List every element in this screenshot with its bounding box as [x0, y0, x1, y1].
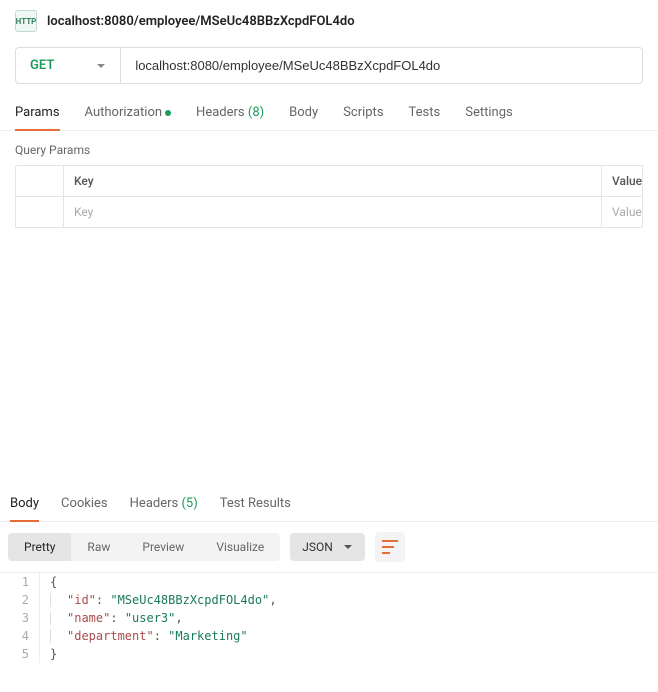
url-input[interactable] [121, 48, 642, 83]
params-value-header: Value [602, 166, 642, 196]
method-label: GET [30, 58, 54, 73]
response-body[interactable]: 1 { 2 "id": "MSeUc48BBzXcpdFOL4do", 3 "n… [0, 572, 658, 663]
line-number: 2 [0, 591, 40, 609]
params-header-row: Key Value [16, 166, 642, 197]
json-key: "name" [67, 611, 110, 625]
tab-tests[interactable]: Tests [409, 99, 441, 130]
chevron-down-icon [343, 542, 353, 552]
params-key-input[interactable]: Key [64, 197, 602, 227]
json-value: "MSeUc48BBzXcpdFOL4do" [110, 593, 269, 607]
format-label: JSON [302, 540, 333, 554]
tab-scripts[interactable]: Scripts [343, 99, 383, 130]
view-raw-button[interactable]: Raw [71, 533, 126, 561]
line-number: 3 [0, 609, 40, 627]
view-mode-group: Pretty Raw Preview Visualize [8, 533, 280, 561]
request-tabs: Params Authorization Headers (8) Body Sc… [0, 99, 658, 131]
json-value: "Marketing" [168, 629, 247, 643]
tab-headers-count: (8) [248, 105, 264, 120]
view-visualize-button[interactable]: Visualize [200, 533, 280, 561]
resp-tab-cookies[interactable]: Cookies [61, 488, 108, 521]
http-badge-icon: HTTP [15, 10, 37, 32]
params-input-row[interactable]: Key Value [16, 197, 642, 227]
tab-authorization-label: Authorization [85, 105, 163, 120]
line-number: 1 [0, 573, 40, 591]
code-line: 4 "department": "Marketing" [0, 627, 658, 645]
spacer [0, 228, 658, 488]
json-key: "department" [67, 629, 154, 643]
code-line: 1 { [0, 573, 658, 591]
wrap-icon [382, 540, 398, 554]
json-brace: { [50, 575, 57, 589]
format-select[interactable]: JSON [290, 533, 365, 561]
params-check-cell[interactable] [16, 197, 64, 227]
tab-params[interactable]: Params [15, 99, 60, 130]
view-pretty-button[interactable]: Pretty [8, 533, 71, 561]
json-brace: } [50, 647, 57, 661]
tab-headers[interactable]: Headers (8) [196, 99, 264, 130]
page-title: localhost:8080/employee/MSeUc48BBzXcpdFO… [47, 14, 355, 29]
response-tabs: Body Cookies Headers (5) Test Results [0, 488, 658, 522]
code-line: 3 "name": "user3", [0, 609, 658, 627]
params-table: Key Value Key Value [15, 165, 643, 228]
resp-tab-body[interactable]: Body [10, 488, 39, 521]
json-value: "user3" [125, 611, 176, 625]
code-line: 2 "id": "MSeUc48BBzXcpdFOL4do", [0, 591, 658, 609]
params-key-header: Key [64, 166, 602, 196]
line-number: 5 [0, 645, 40, 663]
json-key: "id" [67, 593, 96, 607]
tab-headers-label: Headers [196, 105, 245, 120]
tab-settings[interactable]: Settings [465, 99, 512, 130]
line-number: 4 [0, 627, 40, 645]
query-params-label: Query Params [0, 131, 658, 165]
tab-authorization[interactable]: Authorization [85, 99, 172, 130]
resp-tab-test-results[interactable]: Test Results [220, 488, 291, 521]
params-value-input[interactable]: Value [602, 197, 642, 227]
params-check-header [16, 166, 64, 196]
wrap-lines-button[interactable] [375, 532, 405, 562]
method-select[interactable]: GET [16, 48, 121, 83]
code-line: 5 } [0, 645, 658, 663]
response-toolbar: Pretty Raw Preview Visualize JSON [0, 522, 658, 572]
chevron-down-icon [96, 61, 106, 71]
resp-tab-headers[interactable]: Headers (5) [130, 488, 198, 521]
resp-tab-headers-count: (5) [181, 496, 197, 511]
resp-tab-headers-label: Headers [130, 496, 179, 511]
header: HTTP localhost:8080/employee/MSeUc48BBzX… [0, 0, 658, 42]
tab-body[interactable]: Body [289, 99, 318, 130]
status-dot-icon [165, 110, 171, 116]
request-bar: GET [15, 47, 643, 84]
view-preview-button[interactable]: Preview [126, 533, 200, 561]
